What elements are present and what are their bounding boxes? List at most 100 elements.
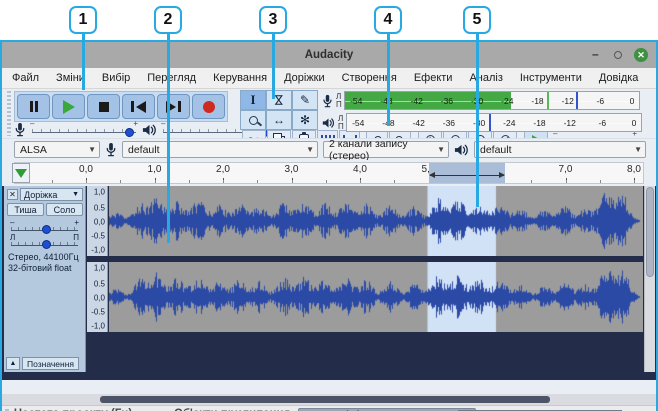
close-button[interactable]: ✕ (634, 48, 648, 62)
vscale-label: 0,0 (94, 294, 105, 303)
selection-tool-button[interactable]: I (240, 90, 266, 110)
ruler-tick-label: 7,0 (559, 164, 573, 175)
recording-volume-thumb[interactable] (125, 128, 134, 137)
pause-icon (30, 101, 33, 112)
audio-host-combo[interactable]: ALSA▼ (14, 141, 100, 158)
toolbar-area: –+ –+ I ⋈ ✎ ↔ ✻ (2, 89, 656, 138)
record-meter-right-label: П (336, 101, 342, 109)
track-collapse-button[interactable]: ▲ (6, 357, 20, 370)
vscale-label: 0.5 (94, 204, 105, 213)
meter-scale-label: -24 (501, 96, 513, 106)
meter-scale-label: -18 (533, 118, 545, 128)
timeline-options-button[interactable] (12, 163, 30, 183)
menu-Інструменти[interactable]: Інструменти (520, 72, 582, 84)
solo-button[interactable]: Соло (46, 203, 83, 216)
track-format-line2: 32-бітовий float (8, 263, 85, 274)
menubar: ФайлЗміниВибірПереглядКеруванняДоріжкиСт… (2, 68, 656, 89)
recording-meter-toolbar: ЛП -54-48-42-36-30-24-18-12-60 (322, 90, 640, 111)
maximize-button[interactable] (614, 51, 622, 59)
vscale-label: -1,0 (91, 322, 105, 331)
zoom-tool-button[interactable] (240, 110, 266, 130)
ibeam-icon: I (250, 92, 255, 108)
chevron-down-icon: ▼ (634, 145, 642, 154)
envelope-tool-button[interactable]: ⋈ (266, 90, 292, 110)
callout-2: 2 (154, 6, 182, 34)
meter-scale-label: -12 (562, 96, 574, 106)
menu-Перегляд[interactable]: Перегляд (147, 72, 196, 84)
playback-device-combo[interactable]: default▼ (474, 141, 646, 158)
ruler-tick-label: 4,0 (353, 164, 367, 175)
meter-scale-label: -42 (411, 96, 423, 106)
menu-Аналіз[interactable]: Аналіз (469, 72, 502, 84)
chevron-down-icon: ▼ (88, 145, 96, 154)
stop-button[interactable] (87, 94, 120, 119)
pan-thumb[interactable] (42, 240, 51, 249)
pan-slider[interactable]: Л П (10, 234, 79, 248)
menu-Файл[interactable]: Файл (12, 72, 39, 84)
callout-line-3 (272, 33, 275, 99)
chevron-down-icon: ▼ (72, 191, 79, 198)
recording-channels-combo[interactable]: 2 канали запису (стерео)▼ (323, 141, 449, 158)
speaker-icon (142, 123, 157, 137)
vertical-scale-ch1[interactable]: 1,00.50,0-0.5-1,0 (87, 186, 108, 256)
callout-line-4 (387, 33, 390, 126)
record-icon (203, 101, 215, 113)
recording-device-combo[interactable]: default▼ (122, 141, 318, 158)
draw-tool-button[interactable]: ✎ (292, 90, 318, 110)
ruler-tick-label: 8,0 (627, 164, 641, 175)
track-labels-button[interactable]: Позначення (22, 357, 79, 370)
vertical-scrollbar[interactable] (644, 186, 655, 372)
vertical-scrollbar-thumb[interactable] (646, 187, 654, 277)
mute-button[interactable]: Тиша (7, 203, 44, 216)
chevron-down-icon: ▼ (306, 145, 314, 154)
microphone-icon (322, 94, 333, 108)
menu-Вибір[interactable]: Вибір (102, 72, 130, 84)
toolbar-grip[interactable] (7, 91, 11, 136)
ruler-tick-label: 2,0 (216, 164, 230, 175)
selection-toolbar: Частота проєкту (Гц) 44100 ▼ Об'єкти при… (2, 405, 656, 411)
vscale-label: 0,0 (94, 218, 105, 227)
meter-scale-label: -18 (531, 96, 543, 106)
ruler-selection-band[interactable] (429, 163, 506, 183)
skip-start-button[interactable] (122, 94, 155, 119)
callout-4: 4 (374, 6, 402, 34)
meter-scale-label: -36 (441, 96, 453, 106)
ruler-tick-label: 1,0 (148, 164, 162, 175)
menu-Доріжки[interactable]: Доріжки (284, 72, 325, 84)
multi-tool-button[interactable]: ✻ (292, 110, 318, 130)
waveform-channel-1[interactable] (109, 186, 643, 256)
stop-icon (99, 102, 109, 112)
microphone-icon (14, 122, 26, 137)
device-toolbar: ALSA▼ default▼ 2 канали запису (стерео)▼… (2, 138, 656, 160)
track-control-panel[interactable]: ✕ Доріжка▼ Тиша Соло – + Л П (4, 186, 86, 372)
pencil-icon: ✎ (300, 93, 310, 107)
skip-end-button[interactable] (157, 94, 190, 119)
play-button[interactable] (52, 94, 85, 119)
gain-slider[interactable]: – + (10, 219, 79, 233)
menu-Ефекти[interactable]: Ефекти (414, 72, 453, 84)
record-button[interactable] (192, 94, 225, 119)
timeshift-tool-button[interactable]: ↔ (266, 110, 292, 130)
meter-scale-label: -24 (503, 118, 515, 128)
track-name-dropdown[interactable]: Доріжка▼ (20, 188, 83, 201)
horizontal-scrollbar[interactable] (2, 394, 656, 405)
vertical-scale-ch2[interactable]: 1,00.50,0-0.5-1,0 (87, 262, 108, 332)
recording-volume-slider[interactable]: –+ (30, 124, 138, 136)
menu-Керування[interactable]: Керування (213, 72, 267, 84)
meter-scale-label: -54 (352, 118, 364, 128)
timeline-ruler[interactable]: -1,00,01,02,03,04,05,06,07,08,0 (14, 162, 644, 184)
meter-scale-label: -42 (413, 118, 425, 128)
horizontal-scrollbar-thumb[interactable] (100, 396, 550, 403)
minimize-button[interactable]: – (592, 50, 602, 60)
track-close-button[interactable]: ✕ (7, 189, 18, 200)
playback-meter[interactable]: -54-48-42-36-30-24-18-12-60 (346, 113, 642, 132)
menu-Довідка[interactable]: Довідка (599, 72, 639, 84)
waveform-channel-2[interactable] (109, 262, 643, 332)
vscale-label: 1,0 (94, 264, 105, 273)
vscale-label: -0.5 (91, 232, 105, 241)
gain-thumb[interactable] (42, 225, 51, 234)
titlebar[interactable]: Audacity – ✕ (2, 42, 656, 68)
play-meter-right-label: П (338, 123, 344, 131)
mixer-toolbar: –+ –+ (14, 122, 269, 137)
pause-button[interactable] (17, 94, 50, 119)
